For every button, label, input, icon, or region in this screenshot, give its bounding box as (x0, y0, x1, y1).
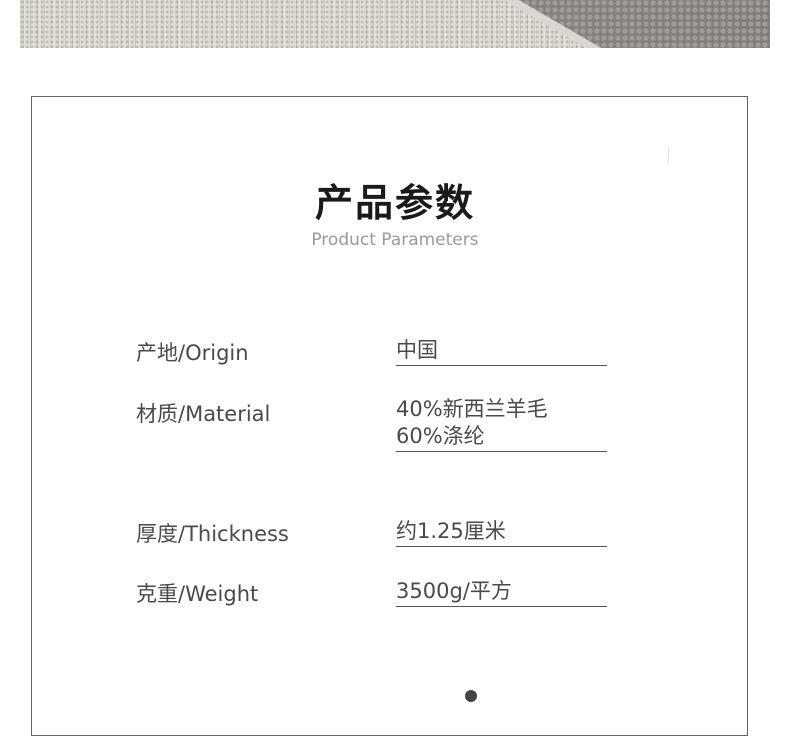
decor-mark (668, 146, 669, 164)
carpet-dark-section (515, 0, 770, 48)
spec-value-thickness: 约1.25厘米 (396, 518, 607, 547)
spec-value-origin: 中国 (396, 337, 607, 366)
spec-label-weight: 克重/Weight (136, 582, 259, 606)
page-subtitle: Product Parameters (311, 230, 479, 250)
spec-value-material: 40%新西兰羊毛 60%涤纶 (396, 396, 607, 452)
decor-dot (465, 690, 477, 702)
spec-value-weight: 3500g/平方 (396, 578, 607, 607)
spec-value-material-line1: 40%新西兰羊毛 (396, 397, 548, 421)
spec-label-thickness: 厚度/Thickness (136, 522, 289, 546)
page-title: 产品参数 (314, 181, 475, 225)
carpet-photo (20, 0, 770, 48)
spec-value-material-line2: 60%涤纶 (396, 424, 485, 448)
spec-label-material: 材质/Material (136, 402, 271, 426)
spec-label-origin: 产地/Origin (136, 341, 249, 365)
